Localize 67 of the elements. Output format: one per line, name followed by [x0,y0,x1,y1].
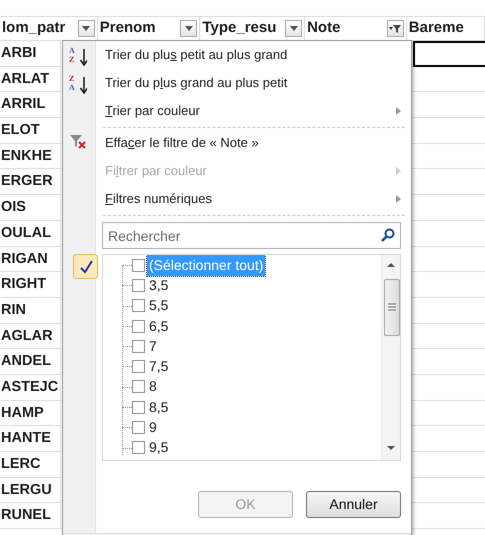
table-cell: RIN [0,298,61,323]
table-cell: ERGER [0,169,61,194]
table-cell: OULAL [0,220,61,246]
menu-item[interactable]: Trier du plus petit au plus grand [105,45,288,65]
caret-icon [184,26,193,31]
column-header: Type_resu [201,18,278,38]
checkbox[interactable] [132,258,145,272]
table-cell: ARRIL [0,92,61,118]
scroll-up-icon [387,263,395,267]
table-cell: ARLAT [0,66,61,92]
checkbox[interactable] [132,380,145,394]
filter-icon [389,24,402,34]
table-cell: LERC [0,452,61,477]
column-header: lom_patr [1,18,66,38]
filter-active-button[interactable] [386,20,404,37]
column-header: Prenom [98,18,157,38]
table-cell: ASTEJC [0,374,61,400]
filter-dropdown-button[interactable] [180,20,198,37]
checkbox[interactable] [132,400,145,414]
table-cell: ELOT [0,118,61,143]
list-item[interactable]: 5,5 [147,295,170,316]
list-item[interactable]: 7,5 [147,356,170,378]
checkbox[interactable] [132,278,145,292]
clear-filter-icon [69,134,87,150]
checkbox[interactable] [132,340,145,353]
scroll-thumb[interactable] [384,279,400,336]
column-header: Note [306,18,342,38]
table-cell: HAMP [0,400,61,426]
table-cell: ANDEL [0,349,61,374]
table-cell: RIGAN [0,246,61,272]
search-icon [381,228,395,242]
table-cell: RIGHT [0,272,61,297]
list-item[interactable]: 6,5 [147,316,170,337]
checkbox[interactable] [132,299,145,312]
dialog-button[interactable]: Annuler [306,491,401,518]
list-item[interactable]: 7 [147,336,159,357]
table-cell: HANTE [0,426,61,451]
search-field[interactable]: Rechercher [102,222,401,249]
list-item[interactable]: 8 [147,376,159,398]
caret-icon [290,26,298,31]
scroll-down-icon [387,446,395,450]
list-item[interactable]: 3,5 [147,274,170,296]
selected-cell[interactable] [413,41,485,67]
filter-dropdown-button[interactable] [78,20,95,37]
scrollbar[interactable] [381,255,400,460]
table-cell: AGLAR [0,324,61,348]
checkmark-icon [73,254,98,279]
menu-item[interactable]: Effacer le filtre de « Note » [105,133,259,153]
column-header: Bareme [408,18,465,38]
menu-item[interactable]: Trier par couleur [105,101,200,121]
list-item[interactable]: 8,5 [147,396,170,418]
menu-item[interactable]: Trier du plus grand au plus petit [105,73,288,93]
caret-icon [82,26,90,31]
table-cell: ENKHE [0,144,61,168]
menu-item: Filtrer par couleur [105,162,207,180]
table-cell: OIS [0,195,61,220]
menu-item[interactable]: Filtres numériques [105,189,212,209]
checkbox[interactable] [132,421,145,434]
table-cell: RUNEL [0,503,61,528]
filter-dropdown-button[interactable] [285,20,302,37]
checkbox[interactable] [132,441,145,454]
table-cell: LERGU [0,478,61,502]
list-item[interactable]: 9,5 [147,437,170,458]
table-cell: ARBI [0,41,61,66]
list-item[interactable]: 9 [147,417,159,438]
checkbox[interactable] [132,360,145,374]
checkbox[interactable] [132,320,145,333]
